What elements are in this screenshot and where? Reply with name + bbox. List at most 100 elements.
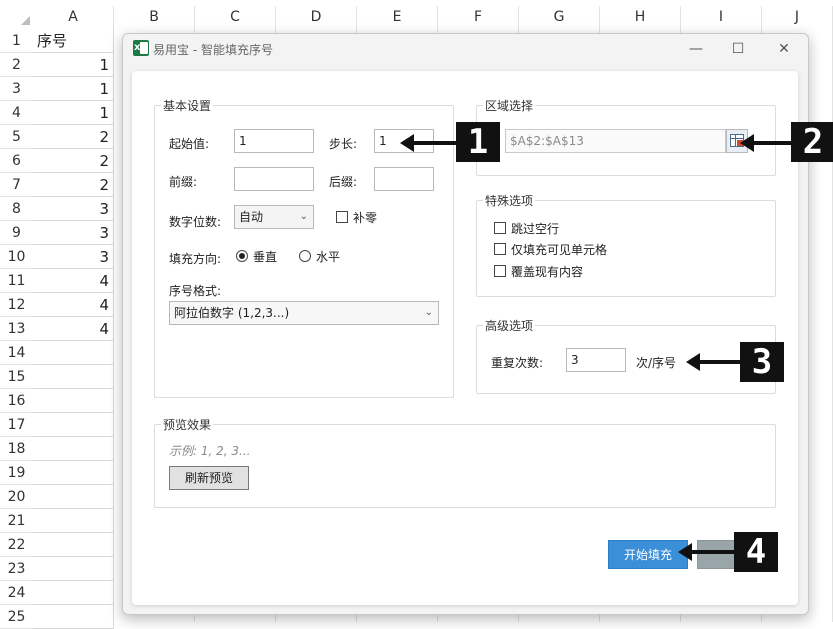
row-header-13[interactable]: 13 [0,317,33,341]
column-header-b[interactable]: B [114,6,195,28]
digits-label: 数字位数: [169,215,222,229]
callout-badge-3: 3 [740,342,784,382]
prefix-label: 前缀: [169,175,198,189]
row-header-7[interactable]: 7 [0,173,33,197]
digits-select[interactable]: 自动 ⌄ [234,205,314,229]
row-header-22[interactable]: 22 [0,533,33,557]
range-input[interactable]: $A$2:$A$13 [505,129,726,153]
cell-a18[interactable] [33,437,114,461]
cell-a14[interactable] [33,341,114,365]
column-header-h[interactable]: H [600,6,681,28]
row-header-1[interactable]: 1 [0,29,33,53]
row-header-12[interactable]: 12 [0,293,33,317]
skip-empty-checkbox[interactable] [494,222,506,234]
suffix-label: 后缀: [329,175,358,189]
preview-group: 预览效果 示例: 1, 2, 3... 刷新预览 [154,416,776,508]
refresh-preview-button[interactable]: 刷新预览 [169,466,249,490]
cell-a1[interactable]: 序号 [33,29,114,53]
cell-a4[interactable]: 1 [33,101,114,125]
row-header-2[interactable]: 2 [0,53,33,77]
cell-a5[interactable]: 2 [33,125,114,149]
row-header-20[interactable]: 20 [0,485,33,509]
row-header-5[interactable]: 5 [0,125,33,149]
cell-a9[interactable]: 3 [33,221,114,245]
format-selected-value: 阿拉伯数字 (1,2,3...) [174,306,290,320]
cell-a7[interactable]: 2 [33,173,114,197]
cell-a12[interactable]: 4 [33,293,114,317]
row-header-15[interactable]: 15 [0,365,33,389]
cell-a6[interactable]: 2 [33,149,114,173]
visible-only-label: 仅填充可见单元格 [511,243,608,257]
start-fill-button[interactable]: 开始填充 [608,540,688,569]
row-header-6[interactable]: 6 [0,149,33,173]
column-header-g[interactable]: G [519,6,600,28]
maximize-button[interactable]: ☐ [725,38,751,60]
title-bar[interactable]: x 易用宝 - 智能填充序号 — ☐ ✕ [123,34,808,64]
cell-a25[interactable] [33,605,114,629]
special-options-legend: 特殊选项 [483,192,536,209]
cell-a22[interactable] [33,533,114,557]
cell-a21[interactable] [33,509,114,533]
region-select-legend: 区域选择 [483,97,536,114]
row-header-8[interactable]: 8 [0,197,33,221]
dialog-title: 易用宝 - 智能填充序号 [153,43,273,57]
cell-a11[interactable]: 4 [33,269,114,293]
row-header-16[interactable]: 16 [0,389,33,413]
overwrite-checkbox[interactable] [494,265,506,277]
vertical-radio[interactable] [236,250,248,262]
row-header-14[interactable]: 14 [0,341,33,365]
column-header-i[interactable]: I [681,6,762,28]
cell-a3[interactable]: 1 [33,77,114,101]
repeat-unit-label: 次/序号 [636,356,677,370]
preview-example: 示例: 1, 2, 3... [169,444,251,458]
pad-zero-checkbox[interactable] [336,211,348,223]
cell-a19[interactable] [33,461,114,485]
row-header-10[interactable]: 10 [0,245,33,269]
suffix-input[interactable] [374,167,434,191]
chevron-down-icon: ⌄ [424,307,433,318]
close-button[interactable]: ✕ [771,38,797,60]
column-header-e[interactable]: E [357,6,438,28]
row-header-19[interactable]: 19 [0,461,33,485]
horizontal-radio[interactable] [299,250,311,262]
repeat-count-input[interactable]: 3 [566,348,626,372]
row-header-9[interactable]: 9 [0,221,33,245]
cell-a13[interactable]: 4 [33,317,114,341]
row-header-3[interactable]: 3 [0,77,33,101]
column-header-j[interactable]: J [762,6,833,28]
select-all-corner[interactable] [0,6,33,28]
visible-only-checkbox[interactable] [494,243,506,255]
prefix-input[interactable] [234,167,314,191]
row-header-11[interactable]: 11 [0,269,33,293]
cell-a16[interactable] [33,389,114,413]
cell-a20[interactable] [33,485,114,509]
row-header-4[interactable]: 4 [0,101,33,125]
row-header-24[interactable]: 24 [0,581,33,605]
column-header-a[interactable]: A [33,6,114,28]
step-label: 步长: [329,137,358,151]
row-header-18[interactable]: 18 [0,437,33,461]
cell-a23[interactable] [33,557,114,581]
minimize-button[interactable]: — [683,38,709,60]
column-header-c[interactable]: C [195,6,276,28]
cell-a10[interactable]: 3 [33,245,114,269]
cell-a2[interactable]: 1 [33,53,114,77]
smart-fill-dialog: x 易用宝 - 智能填充序号 — ☐ ✕ 基本设置 起始值: 1 步长: 1 前… [122,33,809,615]
preview-legend: 预览效果 [161,416,214,433]
special-options-group: 特殊选项 跳过空行 仅填充可见单元格 覆盖现有内容 [476,192,776,297]
cell-a17[interactable] [33,413,114,437]
start-value-input[interactable]: 1 [234,129,314,153]
row-header-17[interactable]: 17 [0,413,33,437]
format-select[interactable]: 阿拉伯数字 (1,2,3...) ⌄ [169,301,439,325]
cell-a15[interactable] [33,365,114,389]
row-header-23[interactable]: 23 [0,557,33,581]
vertical-label: 垂直 [253,250,278,264]
cell-a8[interactable]: 3 [33,197,114,221]
column-header-d[interactable]: D [276,6,357,28]
column-header-f[interactable]: F [438,6,519,28]
cell-a24[interactable] [33,581,114,605]
row-header-25[interactable]: 25 [0,605,33,629]
start-value-label: 起始值: [169,137,210,151]
skip-empty-label: 跳过空行 [511,222,560,236]
row-header-21[interactable]: 21 [0,509,33,533]
